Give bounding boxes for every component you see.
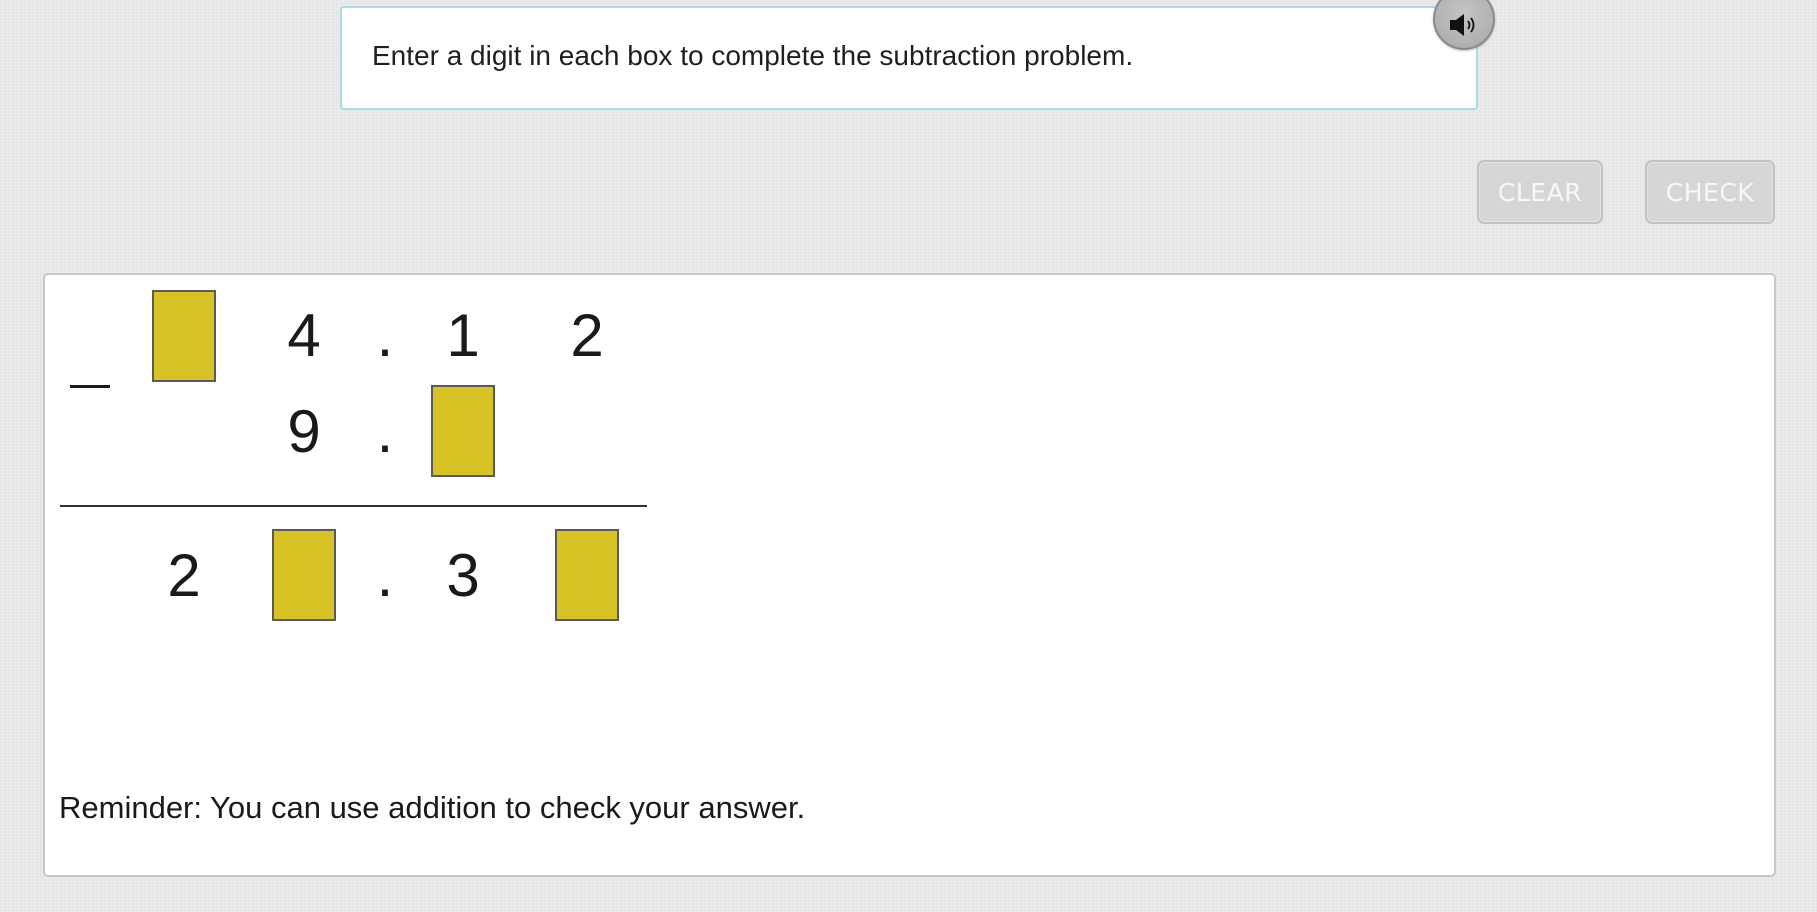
minuend-hundredths-digit: 2 (570, 302, 604, 369)
minuend-tens-box[interactable] (152, 290, 216, 382)
instruction-box: Enter a digit in each box to complete th… (340, 6, 1478, 110)
difference-tens-digit: 2 (167, 542, 201, 609)
clear-button[interactable]: CLEAR (1477, 160, 1603, 224)
minus-sign (70, 385, 110, 388)
minuend-decimal-point: . (376, 302, 394, 369)
check-button[interactable]: CHECK (1645, 160, 1775, 224)
difference-decimal-point: . (376, 542, 394, 609)
difference-hundredths-box[interactable] (555, 529, 619, 621)
speaker-icon (1450, 14, 1475, 36)
reminder-text: Reminder: You can use addition to check … (59, 790, 806, 825)
minuend-tenths-digit: 1 (446, 302, 480, 369)
subtrahend-ones-digit: 9 (287, 398, 321, 465)
minuend-ones-digit: 4 (287, 302, 321, 369)
subtrahend-decimal-point: . (376, 398, 394, 465)
difference-tenths-digit: 3 (446, 542, 480, 609)
difference-ones-box[interactable] (272, 529, 336, 621)
subtraction-rule-line (60, 505, 647, 507)
work-panel: 4 . 1 2 9 . 2 . 3 Reminder: You can use … (43, 273, 1776, 877)
instruction-text: Enter a digit in each box to complete th… (372, 40, 1134, 71)
subtrahend-tenths-box[interactable] (431, 385, 495, 477)
